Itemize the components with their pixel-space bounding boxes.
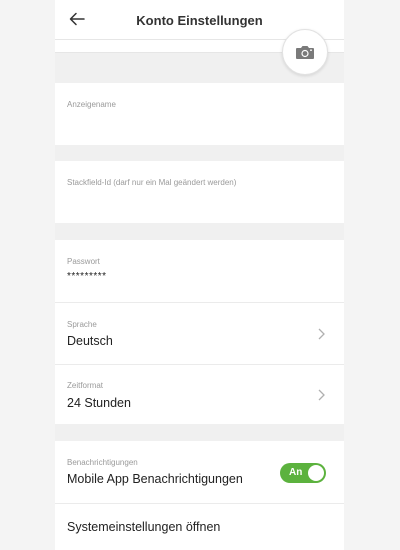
display-name-label: Anzeigename <box>67 100 116 109</box>
display-name-field[interactable]: Anzeigename <box>55 83 344 145</box>
notifications-label: Benachrichtigungen <box>67 458 138 467</box>
notifications-row: Benachrichtigungen Mobile App Benachrich… <box>55 441 344 503</box>
time-format-row[interactable]: Zeitformat 24 Stunden <box>55 364 344 424</box>
password-label: Passwort <box>67 257 100 266</box>
notifications-toggle[interactable]: An <box>280 463 326 483</box>
time-format-label: Zeitformat <box>67 381 104 390</box>
language-value: Deutsch <box>67 334 113 348</box>
time-format-value: 24 Stunden <box>67 396 131 410</box>
stackfield-id-label: Stackfield-Id (darf nur ein Mal geändert… <box>67 178 237 187</box>
stackfield-id-field[interactable]: Stackfield-Id (darf nur ein Mal geändert… <box>55 161 344 223</box>
system-settings-row[interactable]: Systemeinstellungen öffnen <box>55 503 344 550</box>
chevron-right-icon <box>318 328 325 340</box>
system-settings-link[interactable]: Systemeinstellungen öffnen <box>67 520 220 534</box>
toggle-knob <box>308 465 324 481</box>
language-label: Sprache <box>67 320 97 329</box>
settings-screen: Konto Einstellungen Anzeigename Stackfie… <box>55 0 344 550</box>
notifications-value: Mobile App Benachrichtigungen <box>67 472 243 486</box>
language-row[interactable]: Sprache Deutsch <box>55 302 344 364</box>
chevron-right-icon <box>318 389 325 401</box>
password-field[interactable]: Passwort ********* <box>55 240 344 302</box>
change-photo-button[interactable] <box>282 29 328 75</box>
toggle-state-label: An <box>289 467 303 478</box>
password-value: ********* <box>67 271 107 282</box>
camera-icon <box>296 46 314 59</box>
